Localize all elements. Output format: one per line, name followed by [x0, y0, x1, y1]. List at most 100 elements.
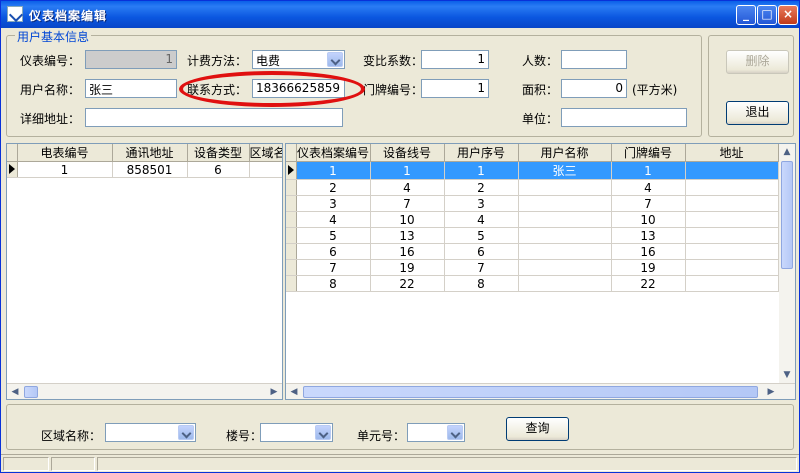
column-header[interactable]: 设备线号: [370, 144, 445, 162]
table-cell[interactable]: 1: [611, 161, 686, 180]
column-header[interactable]: 地址: [685, 144, 779, 162]
row-pointer-icon[interactable]: [286, 161, 297, 180]
row-pointer-icon[interactable]: [7, 161, 18, 178]
title-bar[interactable]: 仪表档案编辑 _ □ ×: [1, 1, 799, 28]
table-cell[interactable]: 7: [444, 259, 519, 276]
table-row[interactable]: 1 858501 6: [7, 161, 282, 178]
table-cell[interactable]: 7: [370, 195, 445, 212]
row-header[interactable]: [286, 259, 297, 276]
row-header[interactable]: [286, 275, 297, 292]
row-header[interactable]: [286, 227, 297, 244]
meter-no-field[interactable]: 1: [85, 50, 177, 69]
building-select[interactable]: [260, 423, 333, 442]
username-field[interactable]: 张三: [85, 79, 177, 98]
horizontal-scrollbar[interactable]: ◀ ▶: [286, 383, 795, 399]
table-cell[interactable]: [518, 259, 612, 276]
table-cell[interactable]: [518, 275, 612, 292]
chevron-down-icon[interactable]: [178, 425, 194, 440]
row-header[interactable]: [286, 211, 297, 228]
minimize-icon[interactable]: _: [736, 5, 756, 25]
table-cell[interactable]: 5: [444, 227, 519, 244]
table-cell[interactable]: 4: [444, 211, 519, 228]
table-cell[interactable]: [685, 179, 779, 196]
column-header[interactable]: 通讯地址: [112, 144, 188, 162]
table-cell[interactable]: 1: [444, 161, 519, 180]
column-header[interactable]: 用户名称: [518, 144, 612, 162]
scroll-down-icon[interactable]: ▼: [779, 367, 795, 383]
column-header[interactable]: 电表编号: [17, 144, 113, 162]
table-cell[interactable]: 3: [296, 195, 371, 212]
row-header[interactable]: [286, 243, 297, 260]
scroll-left-icon[interactable]: ◀: [7, 384, 23, 399]
table-cell[interactable]: [518, 179, 612, 196]
table-cell[interactable]: 13: [370, 227, 445, 244]
table-cell[interactable]: [685, 259, 779, 276]
row-header[interactable]: [286, 179, 297, 196]
table-cell[interactable]: [685, 275, 779, 292]
table-cell[interactable]: 6: [187, 161, 250, 178]
table-cell[interactable]: [685, 227, 779, 244]
table-cell[interactable]: 张三: [518, 161, 612, 180]
scroll-left-icon[interactable]: ◀: [286, 384, 302, 399]
table-cell[interactable]: 13: [611, 227, 686, 244]
table-cell[interactable]: 4: [370, 179, 445, 196]
scroll-thumb[interactable]: [24, 386, 38, 398]
scroll-thumb[interactable]: [303, 386, 758, 398]
table-cell[interactable]: 1: [370, 161, 445, 180]
table-cell[interactable]: 2: [296, 179, 371, 196]
table-cell[interactable]: [518, 227, 612, 244]
table-cell[interactable]: 19: [370, 259, 445, 276]
column-header[interactable]: 仪表档案编号: [296, 144, 371, 162]
table-cell[interactable]: 1: [17, 161, 113, 178]
scroll-up-icon[interactable]: ▲: [779, 144, 795, 160]
table-cell[interactable]: 10: [611, 211, 686, 228]
chevron-down-icon[interactable]: [315, 425, 331, 440]
table-cell[interactable]: 19: [611, 259, 686, 276]
table-row[interactable]: 7 19 7 19: [286, 259, 795, 276]
delete-button[interactable]: 删除: [726, 50, 789, 74]
table-cell[interactable]: 16: [370, 243, 445, 260]
close-icon[interactable]: ×: [778, 5, 798, 25]
chevron-down-icon[interactable]: [447, 425, 463, 440]
meter-record-grid[interactable]: 仪表档案编号 设备线号 用户序号 用户名称 门牌编号 地址 1 1 1 张三 1: [285, 143, 796, 400]
table-cell[interactable]: [518, 243, 612, 260]
table-cell[interactable]: 5: [296, 227, 371, 244]
query-button[interactable]: 查询: [506, 417, 569, 441]
table-row[interactable]: 3 7 3 7: [286, 195, 795, 212]
unit-no-select[interactable]: [407, 423, 465, 442]
table-cell[interactable]: 16: [611, 243, 686, 260]
table-cell[interactable]: 3: [444, 195, 519, 212]
table-cell[interactable]: [249, 161, 282, 178]
table-row[interactable]: 8 22 8 22: [286, 275, 795, 292]
column-header[interactable]: 区域名称: [249, 144, 282, 162]
table-cell[interactable]: 22: [611, 275, 686, 292]
table-cell[interactable]: 22: [370, 275, 445, 292]
table-cell[interactable]: 2: [444, 179, 519, 196]
chevron-down-icon[interactable]: [327, 52, 343, 67]
table-cell[interactable]: 8: [444, 275, 519, 292]
table-cell[interactable]: 7: [296, 259, 371, 276]
table-cell[interactable]: [685, 243, 779, 260]
address-field[interactable]: [85, 108, 343, 127]
table-row[interactable]: 1 1 1 张三 1: [286, 161, 795, 180]
area-field[interactable]: 0: [561, 79, 627, 98]
table-cell[interactable]: 1: [296, 161, 371, 180]
scroll-thumb[interactable]: [781, 161, 793, 269]
row-header[interactable]: [286, 195, 297, 212]
people-count-field[interactable]: [561, 50, 627, 69]
exit-button[interactable]: 退出: [726, 101, 789, 125]
unit-field[interactable]: [561, 108, 687, 127]
horizontal-scrollbar[interactable]: ◀ ▶: [7, 383, 282, 399]
meter-grid[interactable]: 电表编号 通讯地址 设备类型 区域名称 1 858501 6 ◀ ▶: [6, 143, 283, 400]
scroll-right-icon[interactable]: ▶: [266, 384, 282, 399]
table-cell[interactable]: 6: [444, 243, 519, 260]
table-cell[interactable]: [685, 161, 779, 180]
table-cell[interactable]: [685, 211, 779, 228]
doorplate-field[interactable]: 1: [421, 79, 489, 98]
ratio-field[interactable]: 1: [421, 50, 489, 69]
scroll-right-icon[interactable]: ▶: [763, 384, 779, 399]
column-header[interactable]: 设备类型: [187, 144, 250, 162]
table-cell[interactable]: 8: [296, 275, 371, 292]
table-row[interactable]: 6 16 6 16: [286, 243, 795, 260]
table-cell[interactable]: [685, 195, 779, 212]
